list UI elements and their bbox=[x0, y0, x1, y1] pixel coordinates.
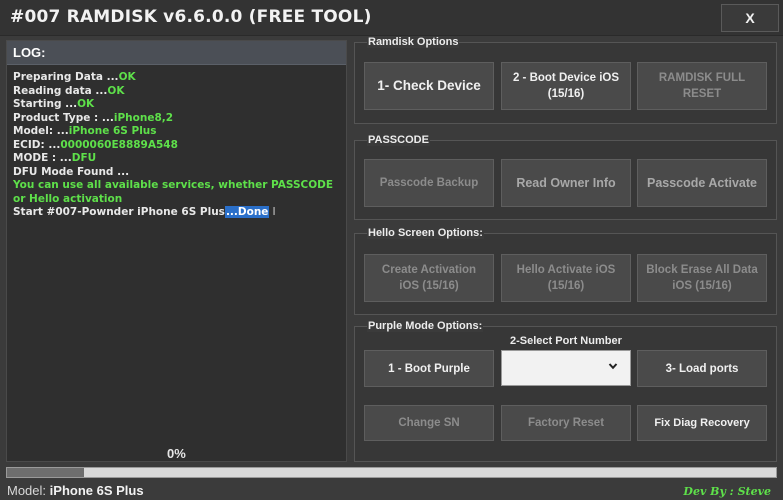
purple-mode-options-title: Purple Mode Options: bbox=[367, 320, 484, 332]
ramdisk-options-title: Ramdisk Options bbox=[367, 36, 460, 48]
log-line: Preparing Data ...OK bbox=[13, 71, 343, 85]
log-line-value: iPhone8,2 bbox=[113, 111, 174, 124]
log-line: Starting ...OK bbox=[13, 98, 343, 112]
log-line: MODE : ...DFU bbox=[13, 152, 343, 166]
load-ports-button[interactable]: 3- Load ports bbox=[637, 350, 767, 387]
status-model-label: Model: bbox=[7, 483, 47, 498]
ramdisk-options-group: Ramdisk Options 1- Check Device 2 - Boot… bbox=[354, 36, 777, 124]
developer-credit: Dev By : Steve bbox=[683, 485, 771, 498]
progress-bar bbox=[6, 467, 777, 478]
log-line-label: Model: ... bbox=[13, 125, 69, 137]
passcode-backup-button[interactable]: Passcode Backup bbox=[364, 159, 494, 207]
change-sn-button[interactable]: Change SN bbox=[364, 405, 494, 441]
check-device-button[interactable]: 1- Check Device bbox=[364, 62, 494, 110]
read-owner-info-button[interactable]: Read Owner Info bbox=[501, 159, 631, 207]
purple-mode-options-group: Purple Mode Options: 2-Select Port Numbe… bbox=[354, 320, 777, 462]
log-line-label: MODE : ... bbox=[13, 152, 72, 164]
log-line: Model: ...iPhone 6S Plus bbox=[13, 125, 343, 139]
log-line: Reading data ...OK bbox=[13, 85, 343, 99]
fix-diag-recovery-button[interactable]: Fix Diag Recovery bbox=[637, 405, 767, 441]
log-header: LOG: bbox=[7, 41, 346, 65]
log-line-value: OK bbox=[118, 71, 136, 83]
port-select[interactable] bbox=[501, 350, 631, 386]
log-header-label: LOG: bbox=[13, 45, 46, 60]
ramdisk-full-reset-button[interactable]: RAMDISK FULL RESET bbox=[637, 62, 767, 110]
passcode-title: PASSCODE bbox=[367, 134, 430, 146]
log-line-value: OK bbox=[107, 84, 125, 97]
log-line-value: iPhone 6S Plus bbox=[68, 125, 157, 137]
log-line-label: Starting ... bbox=[13, 98, 78, 110]
text-cursor-icon: I bbox=[272, 206, 276, 218]
log-line: Product Type : ...iPhone8,2 bbox=[13, 112, 343, 126]
log-line-value: 0000060E8889A548 bbox=[60, 138, 178, 151]
block-erase-button[interactable]: Block Erase All Data iOS (15/16) bbox=[637, 254, 767, 302]
status-model: Model: iPhone 6S Plus bbox=[7, 483, 144, 498]
boot-purple-button[interactable]: 1 - Boot Purple bbox=[364, 350, 494, 387]
progress-percent: 0% bbox=[167, 446, 186, 461]
log-line-label: Preparing Data ... bbox=[13, 71, 119, 83]
create-activation-button[interactable]: Create Activation iOS (15/16) bbox=[364, 254, 494, 302]
log-line: ECID: ...0000060E8889A548 bbox=[13, 139, 343, 153]
close-button[interactable]: X bbox=[721, 4, 779, 32]
log-lines: Preparing Data ...OK Reading data ...OK … bbox=[13, 71, 343, 220]
passcode-group: PASSCODE Passcode Backup Read Owner Info… bbox=[354, 134, 777, 220]
log-dfu-found: DFU Mode Found ... bbox=[13, 165, 130, 178]
log-line-value: OK bbox=[77, 98, 95, 110]
log-line-label: Reading data ... bbox=[13, 84, 108, 97]
window-title: #007 RAMDISK v6.6.0.0 (FREE TOOL) bbox=[10, 7, 372, 27]
log-start-label: Start #007-Pownder iPhone 6S Plus bbox=[13, 206, 225, 218]
log-start-done: ...Done bbox=[224, 206, 270, 218]
log-panel[interactable]: LOG: Preparing Data ...OK Reading data .… bbox=[6, 40, 347, 462]
log-line-label: Product Type : ... bbox=[13, 111, 114, 124]
chevron-down-icon bbox=[608, 363, 618, 370]
hello-screen-options-group: Hello Screen Options: Create Activation … bbox=[354, 227, 777, 315]
status-model-value: iPhone 6S Plus bbox=[49, 483, 144, 498]
progress-fill bbox=[7, 468, 84, 477]
hello-activate-button[interactable]: Hello Activate iOS (15/16) bbox=[501, 254, 631, 302]
log-line-label: ECID: ... bbox=[13, 138, 61, 151]
log-line-value: DFU bbox=[71, 152, 97, 164]
factory-reset-button[interactable]: Factory Reset bbox=[501, 405, 631, 441]
passcode-activate-button[interactable]: Passcode Activate bbox=[637, 159, 767, 207]
select-port-label: 2-Select Port Number bbox=[510, 335, 622, 347]
log-start-line: Start #007-Pownder iPhone 6S Plus...Done… bbox=[13, 206, 343, 220]
boot-device-button[interactable]: 2 - Boot Device iOS (15/16) bbox=[501, 62, 631, 110]
title-bar: #007 RAMDISK v6.6.0.0 (FREE TOOL) X bbox=[0, 0, 783, 36]
hello-screen-options-title: Hello Screen Options: bbox=[367, 227, 484, 239]
log-services-message: You can use all available services, whet… bbox=[13, 179, 334, 205]
